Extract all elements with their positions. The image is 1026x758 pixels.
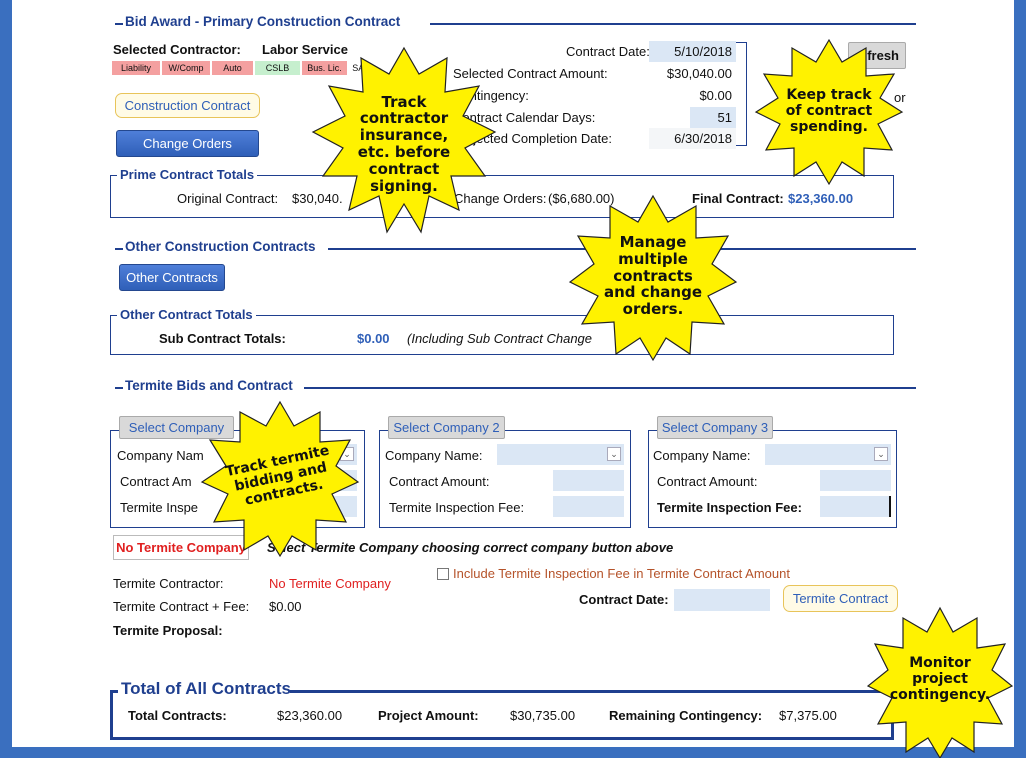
selected-contractor-label: Selected Contractor: [113,42,241,57]
insurance-chip: Liability [112,61,160,75]
company-3-fee-label: Termite Inspection Fee: [657,500,802,515]
termite-contract-fee-value: $0.00 [269,599,302,614]
other-totals-title: Other Contract Totals [117,307,256,322]
amount-bracket [736,42,747,146]
contract-date-field[interactable]: 5/10/2018 [649,41,736,62]
prime-totals-title: Prime Contract Totals [117,167,258,182]
insurance-chip: CSLB [255,61,300,75]
sub-contract-note: (Including Sub Contract Change [407,331,593,346]
company-2-name-label: Company Name: [385,448,483,463]
insurance-chip: Auto [212,61,253,75]
totals-title: Total of All Contracts [121,679,291,698]
termite-contractor-label: Termite Contractor: [113,576,224,591]
company-3-fee-field[interactable] [820,496,891,517]
total-contracts-value: $23,360.00 [277,708,343,723]
project-amount-value: $30,735.00 [510,708,576,723]
company-1-amount-label: Contract Am [120,474,192,489]
bid-award-rule-left [115,23,123,25]
select-company-3-button[interactable]: Select Company 3 [657,416,773,439]
include-fee-label[interactable]: Include Termite Inspection Fee in Termit… [453,566,790,581]
select-company-2-button[interactable]: Select Company 2 [388,416,505,439]
company-2-fee-label: Termite Inspection Fee: [389,500,525,515]
construction-contract-button[interactable]: Construction Contract [115,93,260,118]
callout-contingency-text: Monitor project contingency. [889,655,991,703]
callout-spending-text: Keep track of contract spending. [785,87,873,135]
company-3-name-label: Company Name: [653,448,751,463]
sub-contract-totals-value: $0.00 [357,331,390,346]
company-2-fee-field[interactable] [553,496,624,517]
company-3-name-combo[interactable]: ⌄ [765,444,891,465]
totals-rule-left [110,690,118,693]
bid-award-rule [430,23,916,25]
company-1-fee-label: Termite Inspe [120,500,199,515]
selected-amount-field: $30,040.00 [649,63,736,84]
company-2-amount-label: Contract Amount: [389,474,490,489]
company-2-name-combo[interactable]: ⌄ [497,444,624,465]
sub-contract-totals-label: Sub Contract Totals: [159,331,286,346]
termite-rule [304,387,916,389]
other-construction-title: Other Construction Contracts [125,239,316,254]
callout-insurance-text: Track contractor insurance, etc. before … [357,92,451,195]
termite-rule-left [115,387,123,389]
termite-contract-date-label: Contract Date: [579,592,669,607]
company-2-amount-field[interactable] [553,470,624,491]
contract-date-label: Contract Date: [566,44,650,59]
termite-proposal-label: Termite Proposal: [113,623,223,638]
remaining-contingency-label: Remaining Contingency: [609,708,763,723]
company-3-amount-label: Contract Amount: [657,474,758,489]
totals-rule [290,690,894,693]
include-fee-checkbox[interactable] [437,568,449,580]
company-1-name-label: Company Nam [117,448,204,463]
termite-title: Termite Bids and Contract [125,378,293,393]
remaining-contingency-value: $7,375.00 [779,708,837,723]
contract-form: Bid Award - Primary Construction Contrac… [12,0,1014,758]
change-orders-button[interactable]: Change Orders [116,130,259,157]
original-contract-label: Original Contract: [177,191,279,206]
other-rule-left [115,248,123,250]
termite-contractor-value: No Termite Company [269,576,391,591]
insurance-chip: W/Comp [162,61,210,75]
final-contract-value: $23,360.00 [788,191,854,206]
other-contracts-button[interactable]: Other Contracts [119,264,225,291]
termite-contract-fee-label: Termite Contract + Fee: [113,599,250,614]
total-contracts-label: Total Contracts: [128,708,227,723]
chevron-down-icon[interactable]: ⌄ [607,447,621,461]
company-3-amount-field[interactable] [820,470,891,491]
chevron-down-icon[interactable]: ⌄ [874,447,888,461]
bid-award-title: Bid Award - Primary Construction Contrac… [125,14,401,29]
calendar-days-field[interactable]: 51 [690,107,736,128]
callout-multiple-text: Manage multiple contracts and change ord… [603,233,703,319]
project-amount-label: Project Amount: [378,708,479,723]
termite-contract-date-field[interactable] [674,589,770,611]
completion-date-field: 6/30/2018 [649,128,736,149]
contingency-field[interactable]: $0.00 [649,85,736,106]
